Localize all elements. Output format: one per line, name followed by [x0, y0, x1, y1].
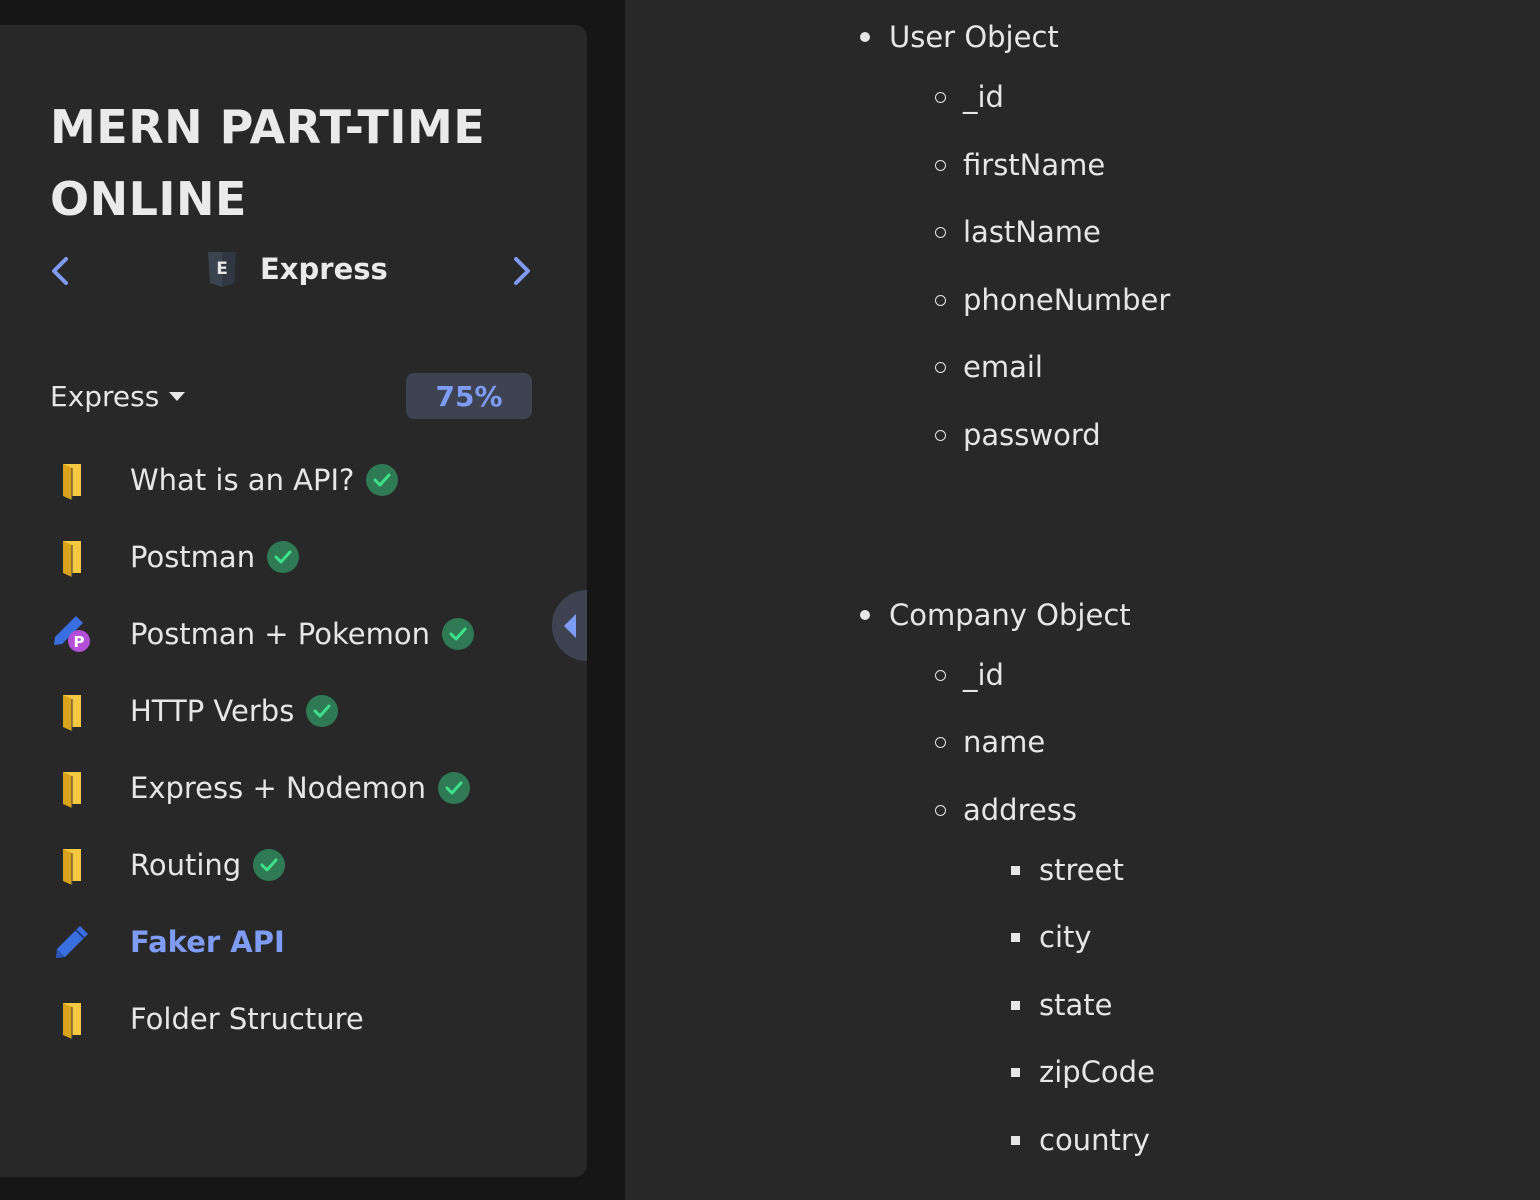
app-window: MERN PART-TIME ONLINE E Express Express — [0, 0, 1540, 1200]
bullet-circle-icon — [935, 361, 946, 373]
list-item: firstName — [935, 145, 1105, 185]
lesson-label: Postman + Pokemon — [130, 616, 430, 651]
field-label: password — [963, 418, 1101, 452]
unit-navigation: E Express — [40, 247, 540, 291]
object-label: Company Object — [889, 598, 1131, 632]
check-icon — [365, 463, 399, 497]
course-sidebar: MERN PART-TIME ONLINE E Express Express — [0, 25, 587, 1177]
lesson-item[interactable]: Postman — [50, 518, 570, 595]
field-label: street — [1039, 853, 1124, 887]
chevron-left-icon[interactable] — [42, 253, 78, 289]
field-label: _id — [963, 80, 1004, 114]
bullet-circle-icon — [935, 91, 946, 103]
list-item: address — [935, 790, 1077, 830]
bullet-circle-icon — [935, 159, 946, 171]
list-item: _id — [935, 77, 1004, 117]
lesson-label: Faker API — [130, 924, 285, 959]
lesson-label: Express + Nodemon — [130, 770, 427, 805]
chevron-right-icon[interactable] — [504, 253, 540, 289]
course-title: MERN PART-TIME ONLINE — [50, 100, 486, 226]
bullet-circle-icon — [935, 294, 946, 306]
check-icon — [266, 540, 300, 574]
lesson-item-active[interactable]: Faker API — [50, 903, 570, 980]
field-label: name — [963, 725, 1046, 759]
bullet-square-icon — [1011, 865, 1020, 875]
pencil-practice-icon: P — [50, 612, 94, 656]
lesson-label: What is an API? — [130, 462, 355, 497]
list-item: email — [935, 347, 1043, 387]
bullet-circle-icon — [935, 736, 946, 748]
bullet-square-icon — [1011, 1067, 1020, 1077]
field-label: city — [1039, 920, 1092, 954]
caret-down-icon — [169, 391, 186, 401]
field-label: country — [1039, 1123, 1150, 1157]
book-icon — [50, 766, 94, 810]
unit-title: E Express — [205, 247, 388, 291]
list-item: Company Object — [860, 595, 1131, 635]
lesson-list: What is an API? Postman P Postman + Poke… — [50, 441, 570, 1057]
lesson-item[interactable]: What is an API? — [50, 441, 570, 518]
caret-left-icon — [563, 613, 576, 638]
check-icon — [441, 617, 475, 651]
lesson-item[interactable]: Folder Structure — [50, 980, 570, 1057]
section-header: Express 75% — [50, 373, 532, 419]
book-icon — [50, 535, 94, 579]
check-icon — [437, 771, 471, 805]
lesson-item[interactable]: Express + Nodemon — [50, 749, 570, 826]
bullet-square-icon — [1011, 1135, 1020, 1145]
bullet-circle-icon — [935, 804, 946, 816]
field-label: zipCode — [1039, 1055, 1155, 1089]
field-label: state — [1039, 988, 1113, 1022]
list-item: name — [935, 722, 1045, 762]
lesson-label: HTTP Verbs — [130, 693, 295, 728]
bullet-square-icon — [1011, 932, 1020, 942]
field-label: firstName — [963, 148, 1106, 182]
book-icon — [50, 997, 94, 1041]
check-icon — [252, 848, 286, 882]
list-item: zipCode — [1011, 1052, 1155, 1092]
list-item: password — [935, 415, 1101, 455]
unit-name: Express — [260, 252, 388, 286]
bullet-circle-icon — [935, 429, 946, 441]
section-dropdown[interactable]: Express — [50, 373, 186, 419]
lesson-label: Folder Structure — [130, 1001, 364, 1036]
field-label: address — [963, 793, 1077, 827]
bullet-circle-icon — [935, 669, 946, 681]
field-label: _id — [963, 658, 1004, 692]
svg-text:E: E — [216, 259, 228, 279]
lesson-content: User Object _id firstName lastName phone… — [625, 0, 1540, 1200]
book-icon — [50, 458, 94, 502]
bullet-disc-icon — [860, 32, 870, 42]
field-label: email — [963, 350, 1043, 384]
section-name: Express — [50, 379, 160, 413]
svg-text:P: P — [74, 633, 85, 651]
lesson-item[interactable]: Routing — [50, 826, 570, 903]
list-item: User Object — [860, 17, 1059, 57]
object-label: User Object — [889, 20, 1059, 54]
list-item: phoneNumber — [935, 280, 1170, 320]
pencil-icon — [50, 920, 94, 964]
list-item: street — [1011, 850, 1124, 890]
bullet-square-icon — [1011, 1000, 1020, 1010]
book-icon — [50, 689, 94, 733]
field-label: lastName — [963, 215, 1101, 249]
list-item: country — [1011, 1120, 1150, 1160]
list-item: city — [1011, 917, 1092, 957]
lesson-item[interactable]: HTTP Verbs — [50, 672, 570, 749]
lesson-label: Routing — [130, 847, 242, 882]
list-item: _id — [935, 655, 1004, 695]
progress-badge: 75% — [406, 373, 532, 419]
list-item: state — [1011, 985, 1112, 1025]
lesson-label: Postman — [130, 539, 256, 574]
field-label: phoneNumber — [963, 283, 1171, 317]
book-icon — [50, 843, 94, 887]
lesson-item[interactable]: P Postman + Pokemon — [50, 595, 570, 672]
check-icon — [305, 694, 339, 728]
list-item: lastName — [935, 212, 1101, 252]
bullet-disc-icon — [860, 610, 870, 620]
bullet-circle-icon — [935, 226, 946, 238]
express-e-icon: E — [208, 252, 236, 287]
